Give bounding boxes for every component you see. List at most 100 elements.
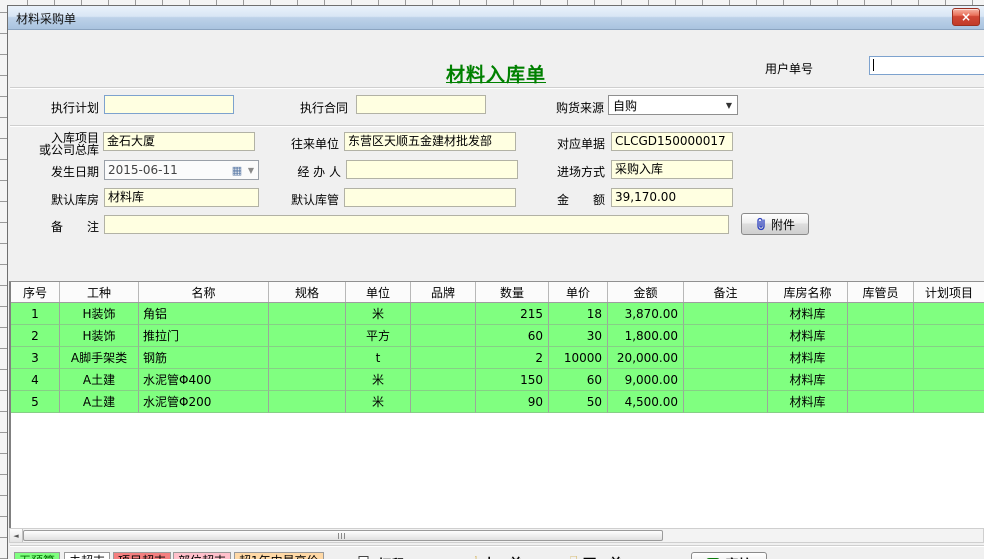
- cell-price[interactable]: 30: [549, 325, 608, 347]
- default-keeper-input[interactable]: [344, 188, 516, 207]
- cell-warehouse[interactable]: 材料库: [768, 391, 848, 413]
- cell-no[interactable]: 3: [11, 347, 60, 369]
- close-button[interactable]: ×: [952, 8, 980, 26]
- calendar-icon[interactable]: ▦: [230, 164, 244, 177]
- date-picker[interactable]: 2015-06-11 ▦ ▼: [104, 160, 259, 180]
- cell-warehouse[interactable]: 材料库: [768, 303, 848, 325]
- default-warehouse-input[interactable]: 材料库: [104, 188, 259, 207]
- cell-plan[interactable]: [914, 303, 984, 325]
- purchase-source-select[interactable]: 自购 ▼: [608, 95, 738, 115]
- cell-type[interactable]: A土建: [60, 369, 139, 391]
- print-button[interactable]: 打印: [354, 554, 404, 559]
- cell-keeper[interactable]: [848, 369, 914, 391]
- cell-warehouse[interactable]: 材料库: [768, 325, 848, 347]
- cell-no[interactable]: 5: [11, 391, 60, 413]
- cell-plan[interactable]: [914, 391, 984, 413]
- cell-price[interactable]: 50: [549, 391, 608, 413]
- project-input[interactable]: 金石大厦: [103, 132, 255, 151]
- chevron-down-icon[interactable]: ▼: [244, 166, 258, 175]
- cell-warehouse[interactable]: 材料库: [768, 347, 848, 369]
- cell-plan[interactable]: [914, 347, 984, 369]
- cell-remark[interactable]: [684, 303, 768, 325]
- cell-unit[interactable]: 米: [346, 391, 411, 413]
- cell-brand[interactable]: [411, 325, 476, 347]
- exec-contract-input[interactable]: [356, 95, 486, 114]
- remark-input[interactable]: [104, 215, 729, 234]
- column-header-name[interactable]: 名称: [139, 282, 269, 302]
- cell-name[interactable]: 水泥管Φ400: [139, 369, 269, 391]
- cell-type[interactable]: A脚手架类: [60, 347, 139, 369]
- column-header-keeper[interactable]: 库管员: [848, 282, 914, 302]
- cell-name[interactable]: 角铝: [139, 303, 269, 325]
- cell-name[interactable]: 水泥管Φ200: [139, 391, 269, 413]
- scroll-left-button[interactable]: ◄: [10, 529, 23, 542]
- cell-remark[interactable]: [684, 369, 768, 391]
- chevron-down-icon[interactable]: ▼: [721, 101, 737, 110]
- cell-amount[interactable]: 9,000.00: [608, 369, 684, 391]
- cell-price[interactable]: 60: [549, 369, 608, 391]
- entry-mode-input[interactable]: 采购入库: [611, 160, 733, 179]
- scrollbar-thumb[interactable]: [23, 530, 663, 541]
- cell-warehouse[interactable]: 材料库: [768, 369, 848, 391]
- column-header-warehouse[interactable]: 库房名称: [768, 282, 848, 302]
- cell-qty[interactable]: 215: [476, 303, 549, 325]
- cell-brand[interactable]: [411, 369, 476, 391]
- cell-plan[interactable]: [914, 369, 984, 391]
- user-no-input[interactable]: [869, 56, 984, 75]
- ref-doc-input[interactable]: CLCGD150000017: [611, 132, 733, 151]
- cell-type[interactable]: A土建: [60, 391, 139, 413]
- column-header-plan[interactable]: 计划项目: [914, 282, 984, 302]
- cell-unit[interactable]: 米: [346, 303, 411, 325]
- column-header-remark[interactable]: 备注: [684, 282, 768, 302]
- cell-amount[interactable]: 4,500.00: [608, 391, 684, 413]
- cell-spec[interactable]: [269, 325, 346, 347]
- cell-name[interactable]: 推拉门: [139, 325, 269, 347]
- cell-spec[interactable]: [269, 303, 346, 325]
- cell-amount[interactable]: 3,870.00: [608, 303, 684, 325]
- cell-spec[interactable]: [269, 347, 346, 369]
- cell-no[interactable]: 1: [11, 303, 60, 325]
- cell-unit[interactable]: t: [346, 347, 411, 369]
- exec-plan-input[interactable]: [104, 95, 234, 114]
- column-header-spec[interactable]: 规格: [269, 282, 346, 302]
- cell-name[interactable]: 钢筋: [139, 347, 269, 369]
- audit-button[interactable]: 审核: [691, 552, 767, 559]
- table-row[interactable]: 1H装饰角铝米215183,870.00材料库: [11, 303, 984, 325]
- table-row[interactable]: 3A脚手架类钢筋t21000020,000.00材料库: [11, 347, 984, 369]
- table-row[interactable]: 2H装饰推拉门 平方 60301,800.00 材料库: [11, 325, 984, 347]
- horizontal-scrollbar[interactable]: ◄: [9, 528, 984, 543]
- cell-remark[interactable]: [684, 347, 768, 369]
- cell-remark[interactable]: [684, 391, 768, 413]
- cell-brand[interactable]: [411, 303, 476, 325]
- column-header-amount[interactable]: 金额: [608, 282, 684, 302]
- cell-unit[interactable]: 平方: [346, 325, 411, 347]
- table-row[interactable]: 4A土建水泥管Φ400 米 150609,000.00 材料库: [11, 369, 984, 391]
- cell-no[interactable]: 2: [11, 325, 60, 347]
- cell-amount[interactable]: 20,000.00: [608, 347, 684, 369]
- cell-qty[interactable]: 60: [476, 325, 549, 347]
- prev-order-button[interactable]: ☝ 上一单: [469, 553, 522, 559]
- cell-unit[interactable]: 米: [346, 369, 411, 391]
- column-header-no[interactable]: 序号: [11, 282, 60, 302]
- attachment-button[interactable]: 附件: [741, 213, 809, 235]
- table-row[interactable]: 5A土建水泥管Φ200米90504,500.00材料库: [11, 391, 984, 413]
- cell-keeper[interactable]: [848, 391, 914, 413]
- handler-input[interactable]: [346, 160, 518, 179]
- next-order-button[interactable]: ☟ 下一单: [569, 553, 622, 559]
- dialog-titlebar[interactable]: 材料采购单 ×: [8, 6, 984, 30]
- amount-input[interactable]: 39,170.00: [611, 188, 733, 207]
- cell-no[interactable]: 4: [11, 369, 60, 391]
- cell-spec[interactable]: [269, 391, 346, 413]
- cell-spec[interactable]: [269, 369, 346, 391]
- column-header-type[interactable]: 工种: [60, 282, 139, 302]
- cell-amount[interactable]: 1,800.00: [608, 325, 684, 347]
- column-header-qty[interactable]: 数量: [476, 282, 549, 302]
- cell-type[interactable]: H装饰: [60, 325, 139, 347]
- cell-type[interactable]: H装饰: [60, 303, 139, 325]
- cell-qty[interactable]: 150: [476, 369, 549, 391]
- column-header-unit[interactable]: 单位: [346, 282, 411, 302]
- cell-brand[interactable]: [411, 347, 476, 369]
- cell-qty[interactable]: 2: [476, 347, 549, 369]
- cell-keeper[interactable]: [848, 303, 914, 325]
- cell-keeper[interactable]: [848, 347, 914, 369]
